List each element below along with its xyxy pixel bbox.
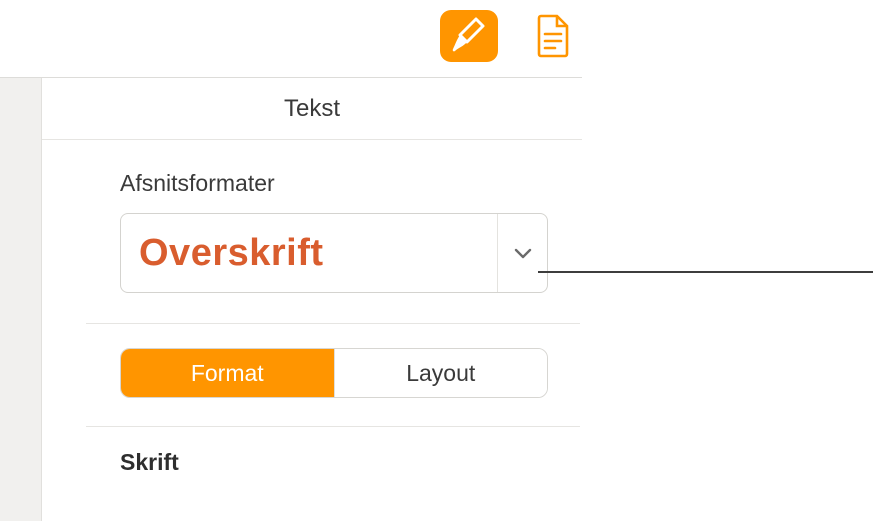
segment-layout[interactable]: Layout bbox=[334, 349, 548, 397]
font-section-label: Skrift bbox=[42, 449, 582, 476]
document-icon bbox=[535, 14, 571, 58]
toolbar bbox=[0, 0, 582, 78]
segment-format-label: Format bbox=[191, 360, 264, 387]
document-toolbar-button[interactable] bbox=[524, 10, 582, 62]
callout-line bbox=[538, 271, 873, 273]
divider bbox=[86, 426, 580, 427]
divider bbox=[86, 323, 580, 324]
chevron-down-icon bbox=[514, 247, 532, 259]
paragraph-style-value: Overskrift bbox=[121, 232, 497, 275]
format-panel: Tekst Afsnitsformater Overskrift Format bbox=[42, 78, 582, 521]
paintbrush-icon bbox=[449, 16, 489, 56]
panel-tab-label: Tekst bbox=[284, 95, 340, 123]
format-toolbar-button[interactable] bbox=[440, 10, 498, 62]
paragraph-styles-label: Afsnitsformater bbox=[42, 140, 582, 207]
segment-layout-label: Layout bbox=[406, 360, 475, 387]
paragraph-style-dropdown[interactable]: Overskrift bbox=[120, 213, 548, 293]
format-layout-segmented[interactable]: Format Layout bbox=[120, 348, 548, 398]
panel-tab-text[interactable]: Tekst bbox=[42, 78, 582, 140]
paragraph-style-caret[interactable] bbox=[497, 214, 547, 292]
segment-format[interactable]: Format bbox=[121, 349, 334, 397]
left-gutter bbox=[0, 78, 42, 521]
